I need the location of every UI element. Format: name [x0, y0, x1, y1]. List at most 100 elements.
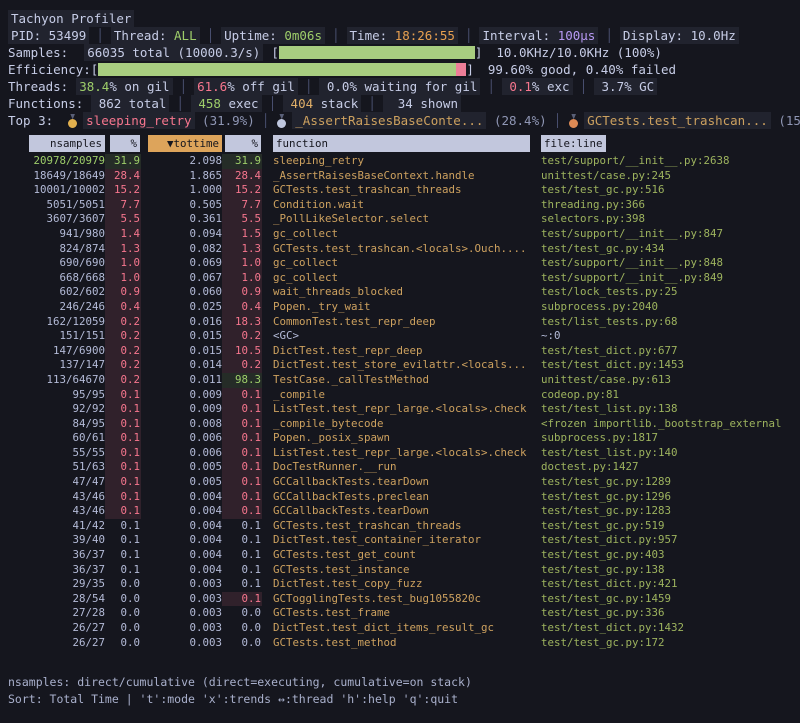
cell-tottime: 0.505: [141, 198, 222, 213]
cell-tottime: 0.005: [141, 460, 222, 475]
cell-tottime: 0.016: [141, 315, 222, 330]
cell-function: gc_collect: [273, 271, 530, 286]
thread-stat-1: 61.6% off gil: [194, 78, 298, 95]
table-row[interactable]: 43/460.10.0040.1GCCallbackTests.preclean…: [6, 490, 794, 505]
function-table-body: 20978/2097931.92.09831.9sleeping_retryte…: [6, 154, 794, 650]
table-row[interactable]: 18649/1864928.41.86528.4_AssertRaisesBas…: [6, 169, 794, 184]
cell-file-line: test/test_gc.py:434: [541, 242, 794, 257]
table-row[interactable]: 26/270.00.0030.0GCTests.test_methodtest/…: [6, 636, 794, 651]
table-row[interactable]: 246/2460.40.0250.4Popen._try_waitsubproc…: [6, 300, 794, 315]
table-header: nsamples % ▼tottime % function file:line: [6, 135, 794, 152]
column-header-direct-pct[interactable]: %: [110, 135, 140, 152]
cell-nsamples: 151/151: [6, 329, 105, 344]
table-row[interactable]: 36/370.10.0040.1GCTests.test_instancetes…: [6, 563, 794, 578]
cell-cumulative-pct: 18.3: [222, 315, 262, 330]
table-row[interactable]: 36/370.10.0040.1GCTests.test_get_countte…: [6, 548, 794, 563]
table-row[interactable]: 147/69000.20.01510.5DictTest.test_repr_d…: [6, 344, 794, 359]
cell-function: DictTest.test_dict_items_result_gc: [273, 621, 530, 636]
table-row[interactable]: 60/610.10.0060.1Popen._posix_spawnsubpro…: [6, 431, 794, 446]
table-row[interactable]: 43/460.10.0040.1GCCallbackTests.tearDown…: [6, 504, 794, 519]
samples-rate: 10.0KHz/10.0KHz (100%): [496, 44, 662, 61]
table-row[interactable]: 41/420.10.0040.1GCTests.test_trashcan_th…: [6, 519, 794, 534]
cell-function: _compile: [273, 388, 530, 403]
cell-tottime: 0.006: [141, 446, 222, 461]
top3-item: GCTests.test_trashcan... (15.2%): [568, 112, 800, 129]
cell-function: wait_threads_blocked: [273, 285, 530, 300]
cell-tottime: 0.067: [141, 271, 222, 286]
cell-function: DocTestRunner.__run: [273, 460, 530, 475]
table-row[interactable]: 20978/2097931.92.09831.9sleeping_retryte…: [6, 154, 794, 169]
status-bar: PID: 53499│Thread: ALL│Uptime: 0m06s│Tim…: [6, 27, 794, 44]
table-row[interactable]: 668/6681.00.0671.0gc_collecttest/support…: [6, 271, 794, 286]
keybindings-bar: Sort: Total Time | 't':mode 'x':trends ↔…: [8, 691, 794, 708]
column-header-nsamples[interactable]: nsamples: [29, 135, 105, 152]
cell-tottime: 0.025: [141, 300, 222, 315]
separator: │: [255, 112, 277, 129]
cell-function: GCTests.test_method: [273, 636, 530, 651]
thread-stat-4: 3.7% GC: [594, 78, 657, 95]
table-row[interactable]: 151/1510.20.0150.2<GC>~:0: [6, 329, 794, 344]
cell-function: _AssertRaisesBaseContext.handle: [273, 169, 530, 184]
top3-line: Top 3: sleeping_retry (31.9%)│_AssertRai…: [6, 112, 794, 129]
table-row[interactable]: 29/350.00.0030.1DictTest.test_copy_fuzzt…: [6, 577, 794, 592]
cell-cumulative-pct: 0.1: [222, 592, 262, 607]
cell-file-line: test/support/__init__.py:849: [541, 271, 794, 286]
table-row[interactable]: 39/400.10.0040.1DictTest.test_container_…: [6, 533, 794, 548]
column-header-function[interactable]: function: [273, 135, 530, 152]
cell-cumulative-pct: 0.1: [222, 533, 262, 548]
cell-direct-pct: 0.1: [105, 533, 141, 548]
table-row[interactable]: 27/280.00.0030.0GCTests.test_frametest/t…: [6, 606, 794, 621]
table-row[interactable]: 51/630.10.0050.1DocTestRunner.__rundocte…: [6, 460, 794, 475]
cell-cumulative-pct: 1.0: [222, 256, 262, 271]
table-row[interactable]: 690/6901.00.0691.0gc_collecttest/support…: [6, 256, 794, 271]
cell-tottime: 0.011: [141, 373, 222, 388]
table-row[interactable]: 55/550.10.0060.1ListTest.test_repr_large…: [6, 446, 794, 461]
cell-direct-pct: 31.9: [105, 154, 141, 169]
legend-nsamples: nsamples: direct/cumulative (direct=exec…: [8, 674, 794, 691]
column-header-cumulative-pct[interactable]: %: [225, 135, 261, 152]
cell-cumulative-pct: 0.1: [222, 490, 262, 505]
top3-percentage: (15.2%): [771, 112, 800, 129]
cell-file-line: test/test_gc.py:516: [541, 183, 794, 198]
table-row[interactable]: 84/950.10.0080.1_compile_bytecode<frozen…: [6, 417, 794, 432]
cell-cumulative-pct: 0.1: [222, 388, 262, 403]
thread-stat-2: 0.0% waiting for gil: [319, 78, 480, 95]
separator: │: [200, 27, 222, 44]
cell-direct-pct: 7.7: [105, 198, 141, 213]
cell-cumulative-pct: 0.0: [222, 606, 262, 621]
top3-item: _AssertRaisesBaseConte... (28.4%): [276, 112, 546, 129]
table-row[interactable]: 47/470.10.0050.1GCCallbackTests.tearDown…: [6, 475, 794, 490]
table-row[interactable]: 941/9801.40.0941.5gc_collecttest/support…: [6, 227, 794, 242]
table-row[interactable]: 26/270.00.0030.0DictTest.test_dict_items…: [6, 621, 794, 636]
cell-nsamples: 43/46: [6, 504, 105, 519]
table-row[interactable]: 92/920.10.0090.1ListTest.test_repr_large…: [6, 402, 794, 417]
cell-file-line: subprocess.py:1817: [541, 431, 794, 446]
table-row[interactable]: 95/950.10.0090.1_compilecodeop.py:81: [6, 388, 794, 403]
column-header-file-line[interactable]: file:line: [541, 135, 606, 152]
separator: │: [480, 78, 502, 95]
cell-tottime: 2.098: [141, 154, 222, 169]
cell-function: GCCallbackTests.tearDown: [273, 504, 530, 519]
table-row[interactable]: 10001/1000215.21.00015.2GCTests.test_tra…: [6, 183, 794, 198]
efficiency-failed-fill: [456, 63, 466, 76]
table-row[interactable]: 602/6020.90.0600.9wait_threads_blockedte…: [6, 285, 794, 300]
cell-cumulative-pct: 0.0: [222, 621, 262, 636]
column-header-tottime-sorted[interactable]: ▼tottime: [148, 135, 222, 152]
separator: │: [262, 95, 284, 112]
cell-function: ListTest.test_repr_large.<locals>.check: [273, 402, 530, 417]
table-row[interactable]: 137/1470.20.0140.2DictTest.test_store_ev…: [6, 358, 794, 373]
table-row[interactable]: 28/540.00.0030.1GCTogglingTests.test_bug…: [6, 592, 794, 607]
samples-bar-fill: [279, 46, 475, 59]
table-row[interactable]: 162/120590.20.01618.3CommonTest.test_rep…: [6, 315, 794, 330]
cell-file-line: test/lock_tests.py:25: [541, 285, 794, 300]
table-row[interactable]: 824/8741.30.0821.3GCTests.test_trashcan.…: [6, 242, 794, 257]
samples-bar-close-bracket: ]: [475, 44, 483, 61]
table-row[interactable]: 5051/50517.70.5057.7Condition.waitthread…: [6, 198, 794, 213]
cell-tottime: 1.865: [141, 169, 222, 184]
cell-nsamples: 10001/10002: [6, 183, 105, 198]
cell-cumulative-pct: 1.0: [222, 271, 262, 286]
table-row[interactable]: 113/646700.20.01198.3TestCase._callTestM…: [6, 373, 794, 388]
cell-file-line: subprocess.py:2040: [541, 300, 794, 315]
table-row[interactable]: 3607/36075.50.3615.5_PollLikeSelector.se…: [6, 212, 794, 227]
status-interval: Interval: 100μs: [479, 27, 598, 44]
